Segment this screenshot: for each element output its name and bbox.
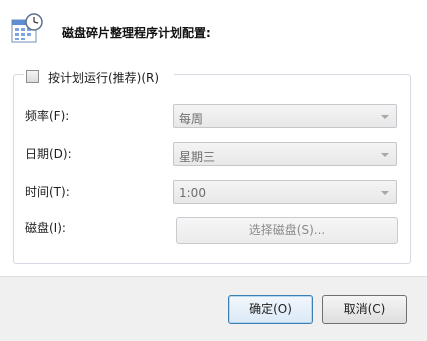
dialog-header: 磁盘碎片整理程序计划配置: bbox=[0, 0, 427, 60]
day-label: 日期(D): bbox=[25, 147, 72, 161]
dialog-title: 磁盘碎片整理程序计划配置: bbox=[62, 26, 211, 40]
frequency-value: 每周 bbox=[179, 112, 204, 126]
frequency-label: 频率(F): bbox=[25, 109, 70, 123]
run-on-schedule-checkbox[interactable] bbox=[26, 70, 39, 83]
chevron-down-icon bbox=[381, 153, 389, 157]
day-select[interactable]: 星期三 bbox=[173, 142, 397, 166]
frequency-select[interactable]: 每周 bbox=[173, 104, 397, 128]
select-disks-button[interactable]: 选择磁盘(S)... bbox=[176, 217, 398, 244]
calendar-clock-icon bbox=[11, 13, 43, 43]
chevron-down-icon bbox=[381, 115, 389, 119]
run-on-schedule-row[interactable]: 按计划运行(推荐)(R) bbox=[24, 68, 174, 86]
time-value: 1:00 bbox=[179, 186, 206, 200]
day-value: 星期三 bbox=[179, 150, 216, 164]
time-select[interactable]: 1:00 bbox=[173, 180, 397, 204]
time-label: 时间(T): bbox=[25, 185, 70, 199]
ok-button[interactable]: 确定(O) bbox=[228, 295, 313, 324]
dialog-footer: 确定(O) 取消(C) bbox=[0, 276, 427, 341]
run-on-schedule-label[interactable]: 按计划运行(推荐)(R) bbox=[48, 69, 159, 86]
cancel-button[interactable]: 取消(C) bbox=[322, 295, 407, 324]
disks-label: 磁盘(I): bbox=[25, 221, 66, 235]
chevron-down-icon bbox=[381, 191, 389, 195]
